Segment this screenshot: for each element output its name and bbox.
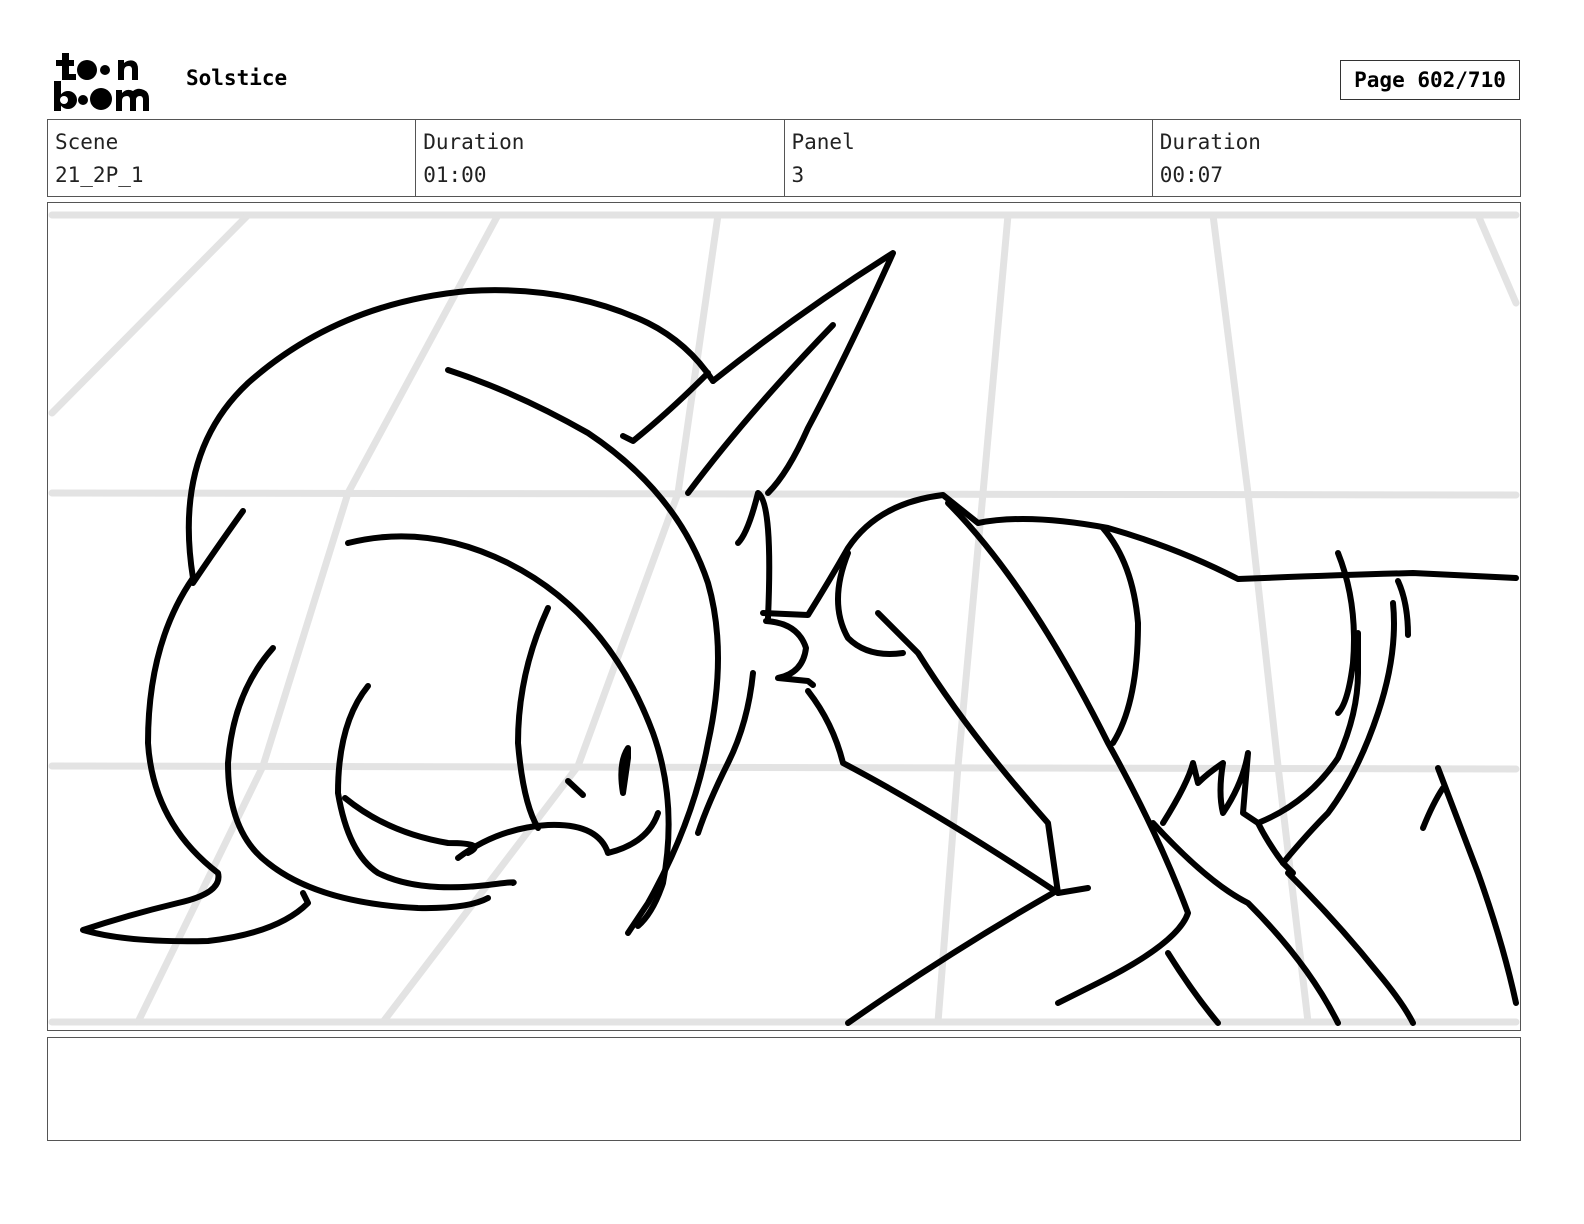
panel-duration-value: 00:07 <box>1159 163 1223 187</box>
storyboard-panel <box>47 202 1521 1031</box>
panel-label: Panel <box>791 130 855 154</box>
panel-duration-label: Duration <box>1159 130 1261 154</box>
panel-notes <box>47 1037 1521 1141</box>
scene-cell: Scene 21_2P_1 <box>48 120 417 196</box>
panel-duration-cell: Duration 00:07 <box>1153 120 1520 196</box>
panel-cell: Panel 3 <box>785 120 1153 196</box>
scene-duration-cell: Duration 01:00 <box>416 120 785 196</box>
page-number: Page 602/710 <box>1340 60 1520 100</box>
scene-duration-label: Duration <box>423 130 525 154</box>
toon-boom-logo <box>50 50 165 114</box>
scene-label: Scene <box>55 130 119 154</box>
storyboard-sketch <box>48 211 1520 1026</box>
scene-value: 21_2P_1 <box>55 163 144 187</box>
scene-duration-value: 01:00 <box>423 163 487 187</box>
scene-info-table: Scene 21_2P_1 Duration 01:00 Panel 3 Dur… <box>47 119 1521 197</box>
project-title: Solstice <box>186 66 288 90</box>
panel-value: 3 <box>791 163 805 187</box>
